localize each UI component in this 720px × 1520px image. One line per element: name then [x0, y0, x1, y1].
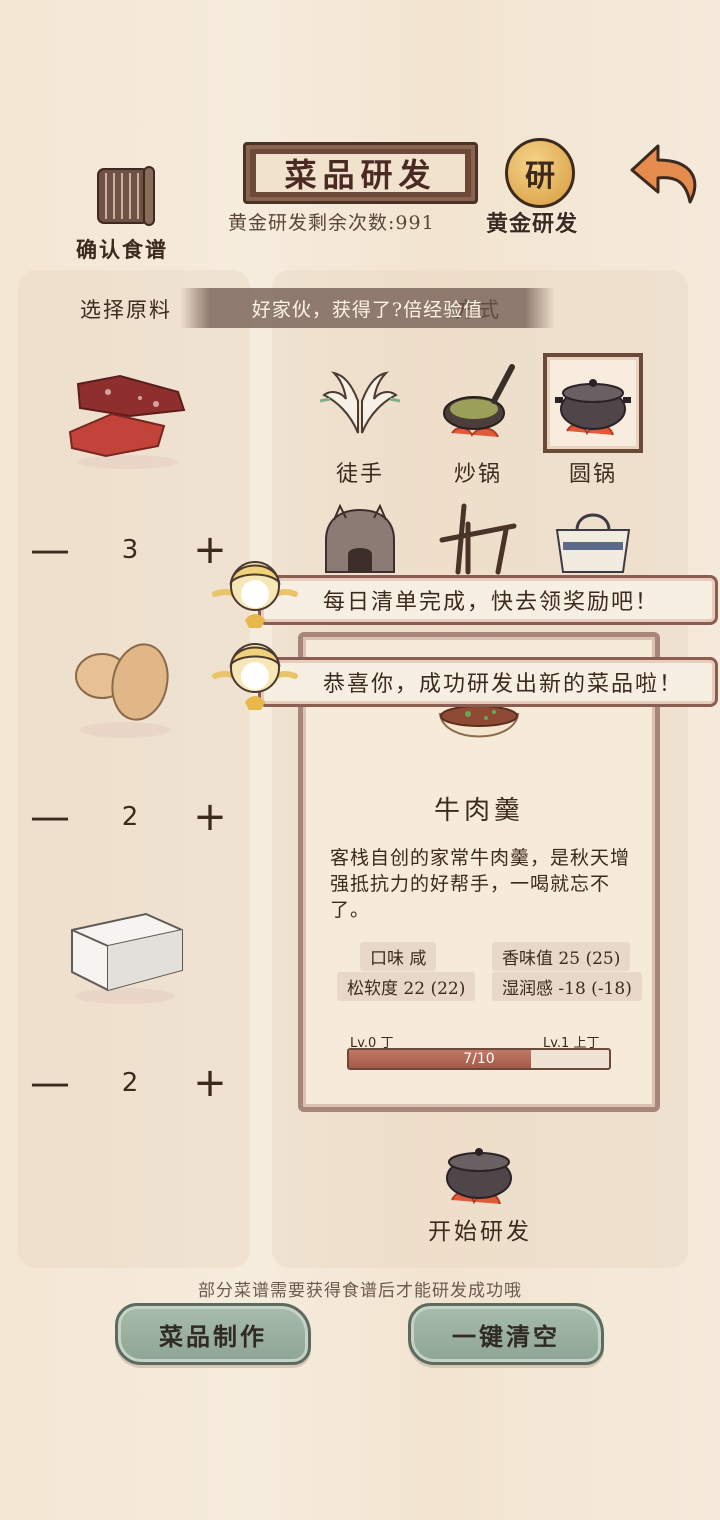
stat-moisture: 湿润感 -18 (-18) — [492, 972, 642, 1001]
gold-research-icon[interactable]: 研 — [505, 138, 575, 208]
dish-bowl-icon — [436, 700, 522, 756]
gold-research-remaining: 黄金研发剩余次数:991 — [228, 212, 435, 234]
notification-daily-text: 每日清单完成，快去领奖励吧！ — [323, 590, 660, 615]
tool-label-wok: 炒锅 — [453, 462, 502, 487]
select-ingredients-title: 选择原料 — [80, 298, 172, 322]
beef-quantity-stepper: — 3 + — [30, 530, 230, 570]
egg-icon[interactable] — [60, 630, 190, 740]
notification-new-dish[interactable]: 恭喜你，成功研发出新的菜品啦！ — [258, 657, 718, 707]
tofu-icon[interactable] — [60, 900, 190, 1010]
stat-taste: 口味 咸 — [360, 942, 437, 971]
tofu-quantity: 2 — [121, 1068, 139, 1098]
page-title-plate: 菜品研发 — [243, 142, 478, 204]
egg-quantity-stepper: — 2 + — [30, 797, 230, 837]
notification-new-dish-text: 恭喜你，成功研发出新的菜品啦！ — [323, 672, 684, 697]
beef-quantity: 3 — [121, 535, 139, 565]
egg-plus-button[interactable]: + — [190, 797, 230, 837]
confirm-recipe-label[interactable]: 确认食谱 — [76, 234, 168, 264]
recipe-scroll-icon[interactable] — [92, 163, 158, 229]
gold-research-label[interactable]: 黄金研发 — [486, 206, 578, 238]
egg-minus-button[interactable]: — — [30, 797, 70, 837]
tofu-quantity-stepper: — 2 + — [30, 1063, 230, 1103]
dish-exp-progress-bar: 7/10 — [347, 1048, 611, 1070]
gold-research-icon-glyph: 研 — [525, 159, 555, 194]
start-research-pot-icon[interactable] — [436, 1134, 522, 1208]
dish-name: 牛肉羹 — [433, 796, 524, 826]
tofu-minus-button[interactable]: — — [30, 1063, 70, 1103]
tofu-plus-button[interactable]: + — [190, 1063, 230, 1103]
beef-minus-button[interactable]: — — [30, 530, 70, 570]
notification-daily-complete[interactable]: 每日清单完成，快去领奖励吧！ — [258, 575, 718, 625]
clear-all-button[interactable]: 一键清空 — [408, 1303, 604, 1365]
back-arrow-icon[interactable] — [628, 140, 704, 210]
start-research-button[interactable]: 开始研发 — [405, 1212, 555, 1246]
page-title: 菜品研发 — [256, 154, 465, 194]
stat-aroma: 香味值 25 (25) — [492, 942, 631, 971]
dish-exp-progress-text: 7/10 — [463, 1051, 495, 1067]
tool-label-round-pot: 圆锅 — [568, 462, 617, 487]
hands-icon[interactable] — [310, 355, 410, 455]
make-dish-button[interactable]: 菜品制作 — [115, 1303, 311, 1365]
tool-label-hands: 徒手 — [335, 462, 384, 487]
helper-avatar-icon — [205, 632, 305, 712]
egg-quantity: 2 — [121, 802, 139, 832]
dish-description: 客栈自创的家常牛肉羹，是秋天增强抵抗力的好帮手，一喝就忘不了。 — [330, 847, 631, 921]
helper-avatar-icon — [205, 550, 305, 630]
beef-icon[interactable] — [60, 362, 190, 472]
stat-softness: 松软度 22 (22) — [337, 972, 476, 1001]
round-pot-icon[interactable] — [543, 353, 643, 453]
recipe-hint: 部分菜谱需要获得食谱后才能研发成功哦 — [198, 1281, 522, 1301]
exp-toast: 好家伙，获得了?倍经验值 — [180, 288, 555, 328]
wok-icon[interactable] — [428, 355, 528, 455]
